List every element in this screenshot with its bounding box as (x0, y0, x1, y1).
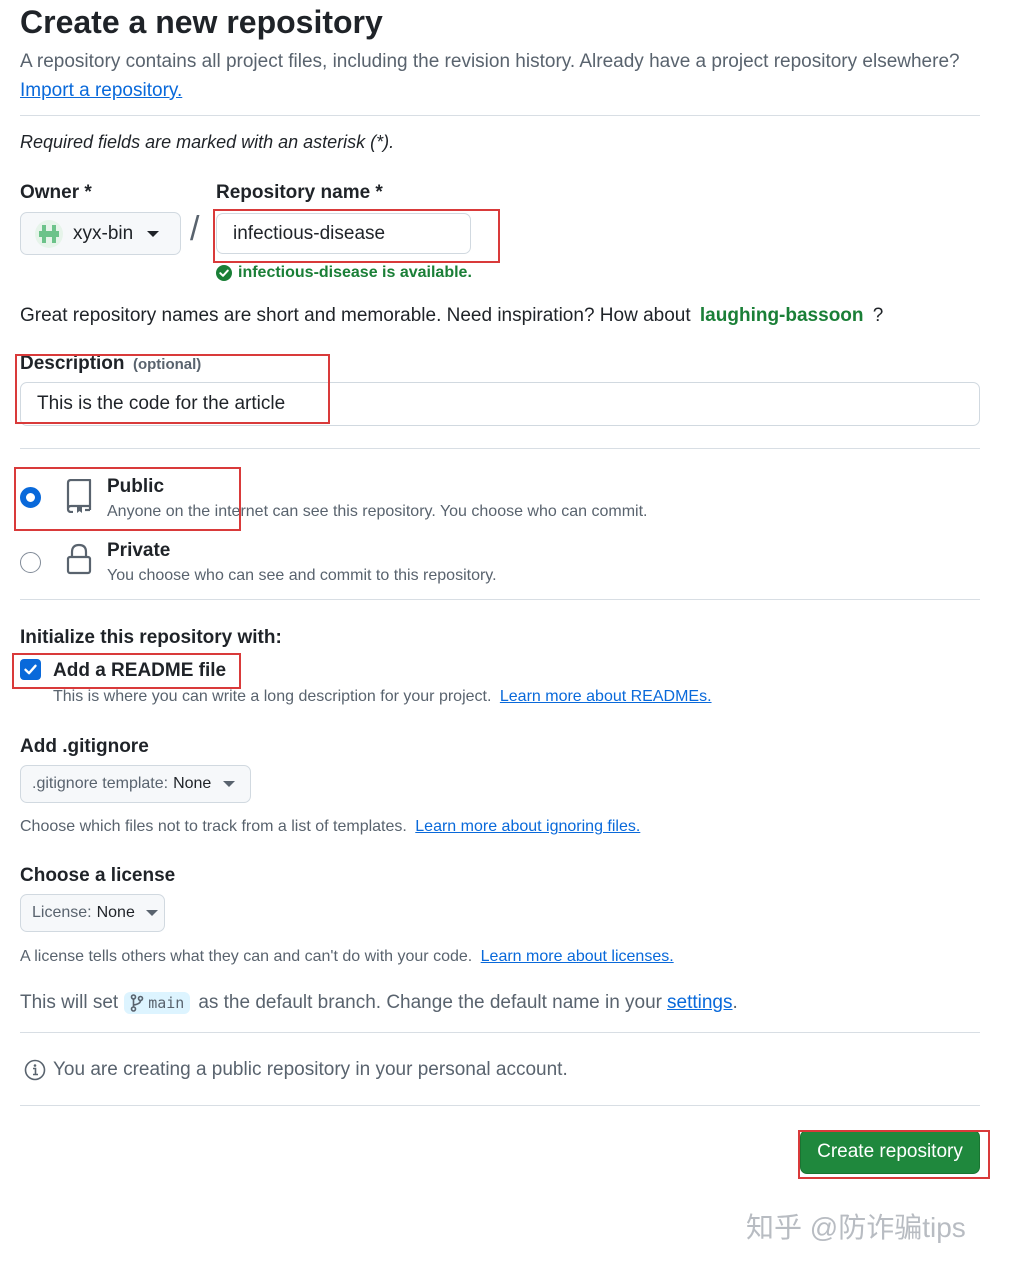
license-select[interactable]: License: None (20, 894, 165, 932)
settings-link[interactable]: settings (667, 992, 732, 1014)
branch-suffix: . (732, 992, 738, 1013)
owner-select[interactable]: xyx-bin (20, 212, 181, 255)
gitignore-select-value: None (173, 775, 212, 792)
repo-name-value: infectious-disease (233, 222, 386, 244)
repo-name-input[interactable]: infectious-disease (216, 213, 471, 254)
gitignore-select-prefix: .gitignore template: (32, 775, 169, 792)
import-repository-link[interactable]: Import a repository. (20, 80, 182, 102)
suggestion-text: Great repository names are short and mem… (20, 305, 691, 326)
divider (20, 1105, 980, 1106)
check-icon (24, 664, 37, 675)
suggestion-row: Great repository names are short and mem… (20, 305, 883, 327)
git-branch-icon (130, 994, 144, 1012)
owner-label: Owner * (20, 182, 92, 203)
branch-name: main (148, 994, 185, 1012)
divider (20, 599, 980, 600)
branch-prefix: This will set (20, 992, 119, 1013)
repo-name-label: Repository name * (216, 182, 383, 203)
chevron-down-icon (223, 781, 236, 787)
repo-icon (65, 478, 93, 518)
readme-checkbox[interactable] (20, 659, 41, 680)
page-intro: A repository contains all project files,… (20, 51, 960, 72)
license-select-prefix: License: (32, 904, 92, 921)
readme-description: This is where you can write a long descr… (53, 688, 492, 705)
create-repository-button[interactable]: Create repository (800, 1130, 980, 1174)
suggestion-suffix: ? (872, 305, 884, 326)
branch-chip: main (124, 992, 191, 1014)
license-heading: Choose a license (20, 865, 176, 886)
public-radio[interactable] (20, 487, 41, 508)
chevron-down-icon (147, 230, 160, 237)
divider (20, 448, 980, 449)
required-note: Required fields are marked with an aster… (20, 132, 395, 152)
owner-value: xyx-bin (73, 222, 134, 244)
page-title: Create a new repository (20, 4, 383, 40)
description-label: Description (20, 353, 125, 374)
optional-tag: (optional) (132, 356, 202, 373)
private-title: Private (107, 540, 171, 561)
description-value: This is the code for the article (37, 393, 286, 414)
readme-label[interactable]: Add a README file (53, 660, 226, 682)
branch-middle: as the default branch. Change the defaul… (198, 992, 663, 1013)
gitignore-heading: Add .gitignore (20, 736, 149, 757)
watermark: 知乎 @防诈骗tips (746, 1212, 966, 1243)
info-note-text: You are creating a public repository in … (53, 1059, 568, 1080)
description-input[interactable]: This is the code for the article (20, 382, 980, 426)
default-branch-row: This will set main as the default branch… (20, 992, 738, 1014)
readme-description-row: This is where you can write a long descr… (53, 688, 712, 706)
lock-icon (66, 543, 92, 580)
owner-repo-separator: / (190, 210, 200, 248)
gitignore-description-row: Choose which files not to track from a l… (20, 818, 640, 836)
public-title: Public (107, 476, 165, 497)
license-description-row: A license tells others what they can and… (20, 948, 674, 966)
divider (20, 115, 980, 116)
info-icon (24, 1059, 46, 1081)
gitignore-learn-more-link[interactable]: Learn more about ignoring files. (415, 818, 640, 835)
info-note-row: You are creating a public repository in … (24, 1059, 568, 1081)
divider (20, 1032, 980, 1033)
gitignore-select[interactable]: .gitignore template: None (20, 765, 251, 803)
license-description: A license tells others what they can and… (20, 948, 473, 965)
license-select-value: None (96, 904, 135, 921)
license-learn-more-link[interactable]: Learn more about licenses. (481, 948, 674, 965)
private-radio[interactable] (20, 552, 41, 573)
readme-learn-more-link[interactable]: Learn more about READMEs. (500, 688, 712, 705)
suggested-name[interactable]: laughing-bassoon (700, 305, 864, 326)
initialize-heading: Initialize this repository with: (20, 627, 282, 648)
owner-avatar (35, 219, 63, 248)
availability-message: infectious-disease is available. (238, 264, 472, 281)
chevron-down-icon (145, 910, 158, 916)
availability-row: infectious-disease is available. (216, 264, 472, 282)
description-label-row: Description (optional) (20, 353, 201, 375)
public-description: Anyone on the internet can see this repo… (107, 503, 648, 520)
gitignore-description: Choose which files not to track from a l… (20, 818, 407, 835)
check-circle-icon (216, 265, 232, 281)
private-description: You choose who can see and commit to thi… (107, 567, 497, 584)
